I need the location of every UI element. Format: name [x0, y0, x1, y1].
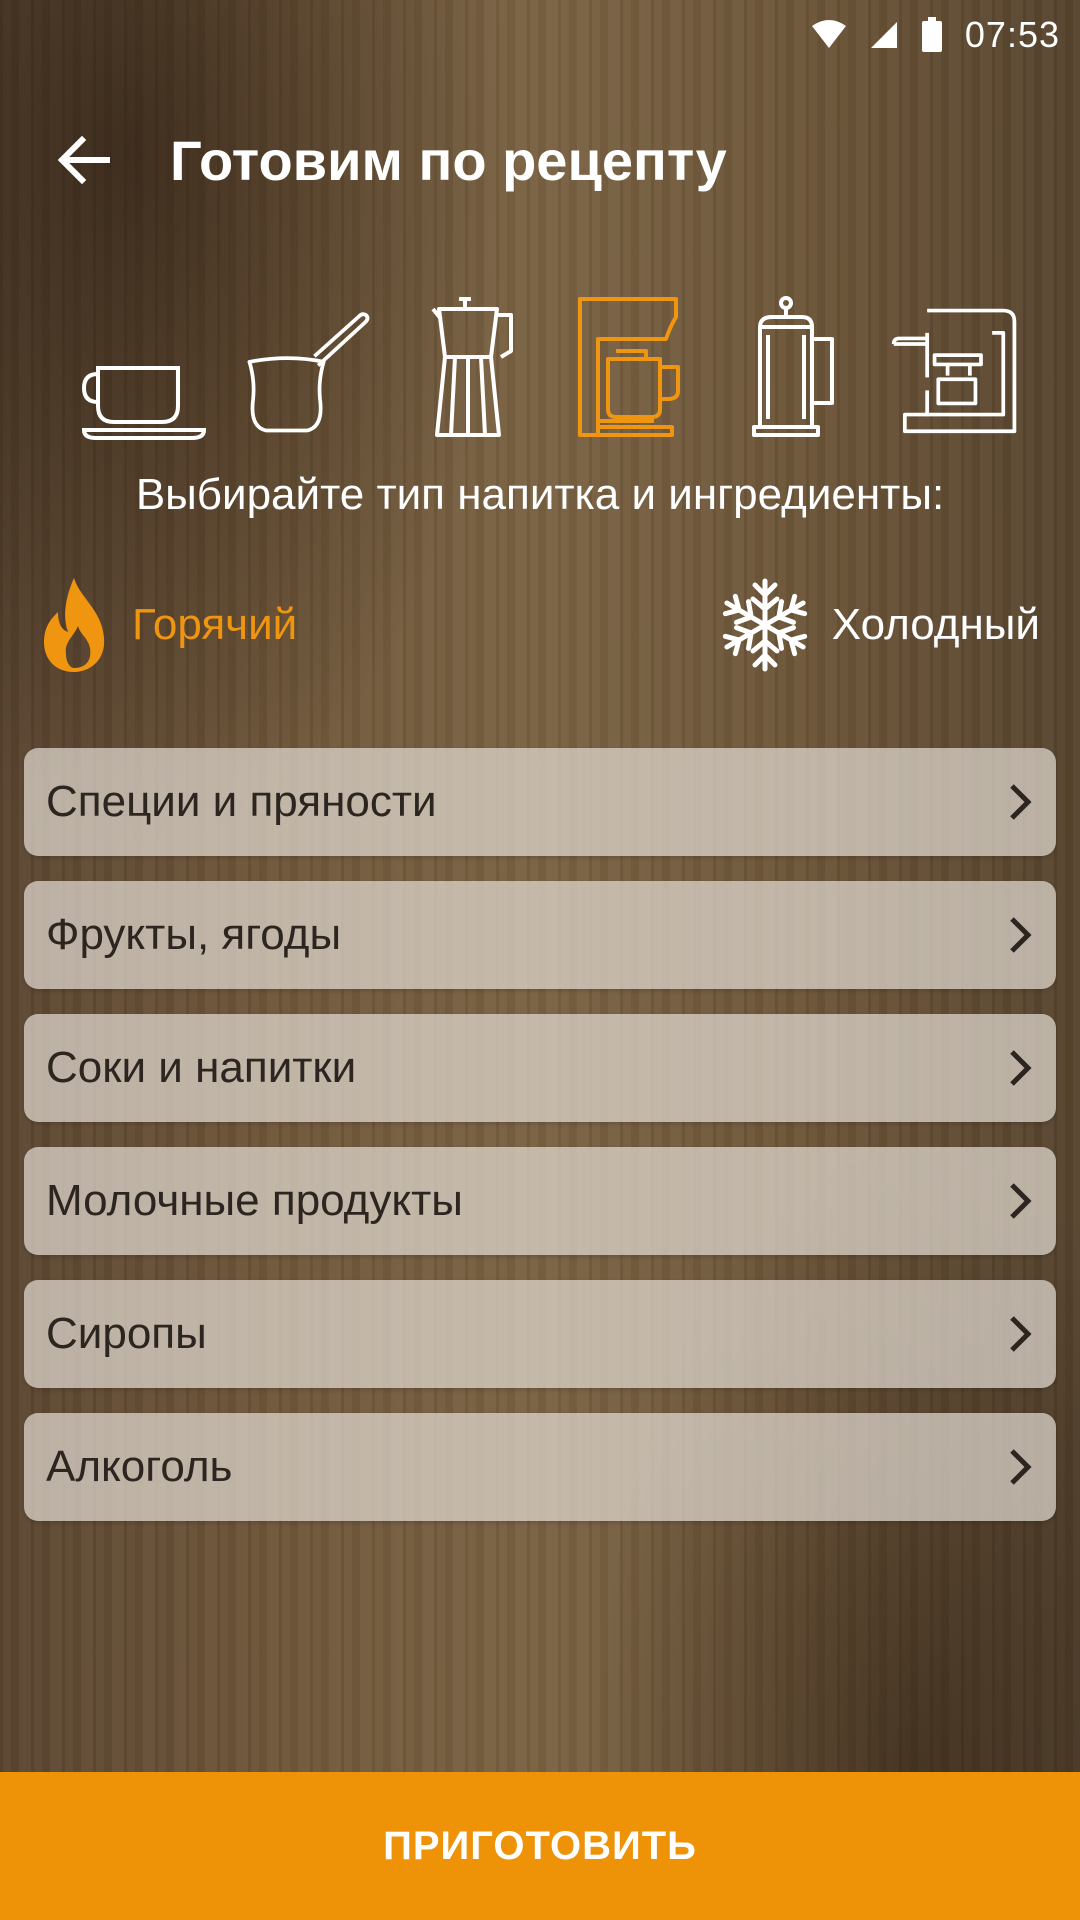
moka-pot-icon [431, 297, 513, 437]
category-item-spices[interactable]: Специи и пряности [24, 748, 1056, 856]
ingredient-category-list: Специи и пряности Фрукты, ягоды Соки и н… [24, 748, 1056, 1546]
flame-icon [44, 578, 105, 672]
status-bar: 07:53 [0, 0, 1080, 70]
brew-method-moka[interactable] [404, 290, 534, 440]
brew-method-drip[interactable] [566, 290, 696, 440]
cellular-signal-icon [870, 22, 897, 48]
category-item-juices[interactable]: Соки и напитки [24, 1014, 1056, 1122]
category-label: Соки и напитки [46, 1043, 357, 1092]
chevron-right-icon [1010, 1316, 1032, 1352]
category-item-fruits[interactable]: Фрукты, ягоды [24, 881, 1056, 989]
french-press-icon [751, 296, 834, 437]
brew-method-french-press[interactable] [728, 290, 858, 440]
category-item-syrups[interactable]: Сиропы [24, 1280, 1056, 1388]
cook-button[interactable]: ПРИГОТОВИТЬ [0, 1772, 1080, 1920]
chevron-right-icon [1010, 1449, 1032, 1485]
back-button[interactable] [34, 110, 134, 210]
app-header: Готовим по рецепту [0, 110, 1080, 210]
drip-coffee-maker-icon [578, 297, 680, 437]
brew-method-cup[interactable] [80, 290, 210, 440]
temp-option-cold[interactable]: Холодный [720, 576, 1040, 674]
battery-icon [921, 17, 942, 52]
category-label: Молочные продукты [46, 1176, 463, 1225]
category-item-dairy[interactable]: Молочные продукты [24, 1147, 1056, 1255]
turkish-cezve-icon [247, 312, 370, 433]
category-label: Специи и пряности [46, 777, 437, 826]
category-label: Фрукты, ягоды [46, 910, 342, 959]
snowflake-icon [720, 578, 810, 674]
wifi-icon [811, 20, 846, 48]
cup-icon [81, 366, 207, 440]
chevron-right-icon [1010, 1050, 1032, 1086]
page-title: Готовим по рецепту [170, 128, 727, 192]
brew-method-selector [80, 280, 1020, 440]
category-label: Алкоголь [46, 1442, 233, 1491]
status-time: 07:53 [964, 14, 1060, 55]
temperature-selector: Горячий Холодный [40, 570, 1040, 680]
category-label: Сиропы [46, 1309, 207, 1358]
temp-cold-label: Холодный [831, 600, 1040, 649]
temp-hot-label: Горячий [132, 600, 298, 649]
cook-button-label: ПРИГОТОВИТЬ [383, 1823, 697, 1868]
subtitle: Выбирайте тип напитка и ингредиенты: [135, 470, 945, 519]
brew-method-cezve[interactable] [242, 290, 372, 440]
chevron-right-icon [1010, 1183, 1032, 1219]
brew-method-espresso[interactable] [890, 290, 1020, 440]
arrow-back-icon [58, 136, 110, 184]
chevron-right-icon [1010, 784, 1032, 820]
category-item-alcohol[interactable]: Алкоголь [24, 1413, 1056, 1521]
temp-option-hot[interactable]: Горячий [40, 576, 297, 674]
chevron-right-icon [1010, 917, 1032, 953]
espresso-machine-icon [891, 308, 1017, 434]
